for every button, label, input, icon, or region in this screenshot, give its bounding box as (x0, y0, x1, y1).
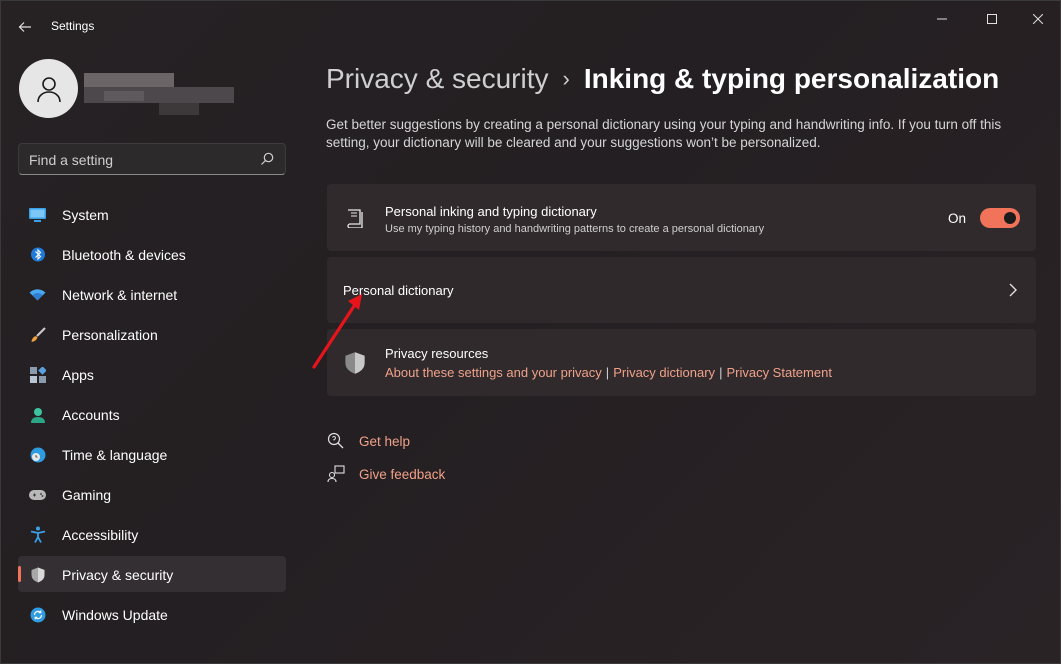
search-icon (261, 152, 274, 165)
sidebar-item-accounts[interactable]: Accounts (18, 396, 286, 432)
link-privacy-dashboard[interactable]: Privacy dictionary (613, 365, 715, 380)
get-help-label: Get help (359, 433, 411, 449)
sidebar-item-apps[interactable]: Apps (18, 356, 286, 392)
link-separator: | (719, 365, 723, 380)
sidebar-item-label: Network & internet (62, 287, 178, 303)
dictionary-setting-card: Personal inking and typing dictionary Us… (327, 184, 1036, 251)
sidebar-item-label: Gaming (62, 487, 112, 503)
redacted-username (84, 73, 234, 119)
sidebar-item-privacy-security[interactable]: Privacy & security (18, 556, 286, 592)
toggle-knob (1004, 212, 1016, 224)
bluetooth-icon (29, 246, 46, 263)
minimize-button[interactable] (919, 6, 965, 32)
sidebar-item-label: Bluetooth & devices (62, 247, 186, 263)
link-separator: | (605, 365, 610, 380)
maximize-button[interactable] (969, 6, 1015, 32)
brush-icon (29, 326, 46, 343)
sidebar-item-system[interactable]: System (18, 196, 286, 232)
breadcrumb-parent[interactable]: Privacy & security (326, 63, 549, 95)
accessibility-icon (29, 526, 46, 543)
arrow-left-icon (18, 22, 31, 32)
sidebar-item-gaming[interactable]: Gaming (18, 476, 286, 512)
close-icon (1033, 14, 1043, 24)
privacy-links: About these settings and your privacy | Pr… (385, 365, 832, 380)
sidebar-item-label: Time & language (62, 447, 168, 463)
person-icon (29, 406, 46, 423)
update-icon (29, 606, 46, 623)
annotation-arrow (312, 294, 362, 369)
personal-dictionary-card[interactable]: Personal dictionary (327, 257, 1036, 323)
gamepad-icon (29, 486, 46, 503)
page-description: Get better suggestions by creating a per… (326, 117, 1002, 150)
sidebar-nav: System Bluetooth & devices Network & int… (18, 196, 286, 636)
user-icon (36, 76, 61, 102)
sidebar-item-bluetooth[interactable]: Bluetooth & devices (18, 236, 286, 272)
dictionary-setting-subtitle: Use my typing history and handwriting pa… (385, 223, 765, 235)
close-button[interactable] (1015, 6, 1060, 32)
breadcrumb: Privacy & security › Inking & typing per… (326, 61, 999, 97)
sidebar-item-label: System (62, 207, 109, 223)
active-indicator (18, 566, 21, 582)
sidebar-item-network[interactable]: Network & internet (18, 276, 286, 312)
dictionary-toggle[interactable] (980, 208, 1020, 228)
avatar[interactable] (19, 59, 78, 118)
sidebar-item-accessibility[interactable]: Accessibility (18, 516, 286, 552)
app-title: Settings (51, 19, 95, 33)
sidebar-item-label: Privacy & security (62, 567, 174, 583)
give-feedback-label: Give feedback (359, 466, 446, 482)
minimize-icon (937, 18, 947, 20)
privacy-resources-card: Privacy resources About these settings a… (327, 329, 1036, 396)
title-bar: Settings (1, 1, 1060, 51)
page-title: Inking & typing personalization (583, 63, 1000, 94)
privacy-resources-title: Privacy resources (385, 346, 489, 361)
back-button[interactable] (11, 13, 39, 41)
sidebar-item-windows-update[interactable]: Windows Update (18, 596, 286, 632)
sidebar-item-personalization[interactable]: Personalization (18, 316, 286, 352)
monitor-icon (29, 206, 46, 223)
dictionary-setting-title: Personal inking and typing dictionary (385, 204, 597, 219)
sidebar-item-label: Windows Update (62, 607, 168, 623)
sidebar-item-label: Accounts (62, 407, 120, 423)
link-privacy-statement[interactable]: Privacy Statement (726, 365, 832, 380)
search-input[interactable]: Find a setting (18, 143, 286, 175)
feedback-icon (326, 464, 346, 484)
maximize-icon (987, 14, 997, 24)
chevron-right-icon (1009, 283, 1017, 297)
give-feedback-link[interactable]: Give feedback (326, 464, 445, 484)
shield-icon (29, 566, 46, 583)
toggle-state-label: On (948, 211, 967, 226)
help-chat-icon (326, 431, 346, 451)
wifi-icon (29, 286, 46, 303)
settings-window: Settings Find a setting System Bluetooth… (0, 0, 1061, 664)
search-placeholder: Find a setting (29, 152, 114, 168)
sidebar-item-label: Apps (62, 367, 94, 383)
apps-icon (29, 366, 46, 383)
chevron-right-icon: › (562, 66, 570, 91)
book-icon (347, 209, 363, 228)
sidebar-item-time-language[interactable]: Time & language (18, 436, 286, 472)
sidebar-item-label: Accessibility (62, 527, 139, 543)
get-help-link[interactable]: Get help (326, 431, 410, 451)
globe-clock-icon (29, 446, 46, 463)
link-about-settings[interactable]: About these settings and your privacy (385, 365, 602, 380)
sidebar-item-label: Personalization (62, 327, 158, 343)
